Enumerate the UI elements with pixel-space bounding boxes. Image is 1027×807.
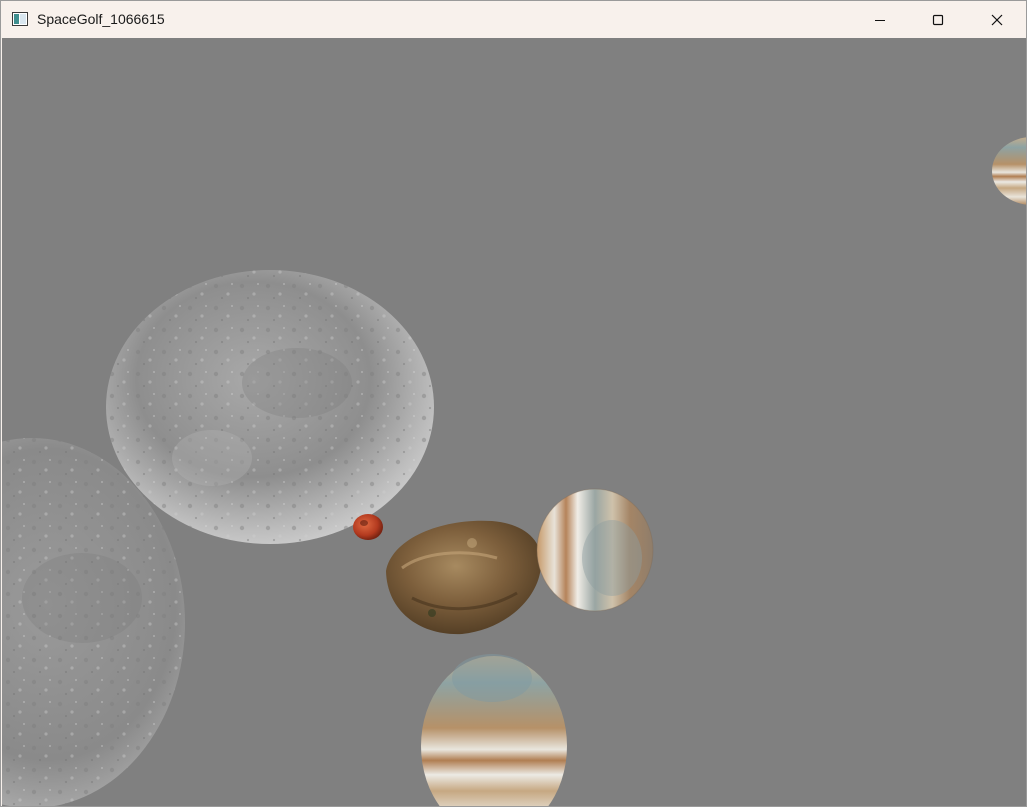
large-grey-moon: [106, 270, 434, 544]
scene-canvas: [2, 137, 1026, 806]
title-bar[interactable]: SpaceGolf_1066615: [1, 1, 1026, 38]
jupiter-planet-center: [536, 488, 654, 612]
window-title: SpaceGolf_1066615: [37, 11, 165, 27]
maximize-button[interactable]: [909, 1, 967, 38]
close-icon: [991, 14, 1003, 26]
app-icon: [12, 12, 28, 26]
minimize-icon: [874, 14, 886, 26]
game-window: SpaceGolf_1066615: [0, 0, 1027, 807]
minimize-button[interactable]: [851, 1, 909, 38]
maximize-icon: [932, 14, 944, 26]
golf-ball: [353, 514, 383, 540]
close-button[interactable]: [968, 1, 1026, 38]
jupiter-planet-right-edge: [992, 137, 1026, 205]
jupiter-planet-bottom: [421, 654, 567, 806]
game-viewport[interactable]: [2, 38, 1026, 806]
rock-asteroid: [386, 520, 542, 635]
